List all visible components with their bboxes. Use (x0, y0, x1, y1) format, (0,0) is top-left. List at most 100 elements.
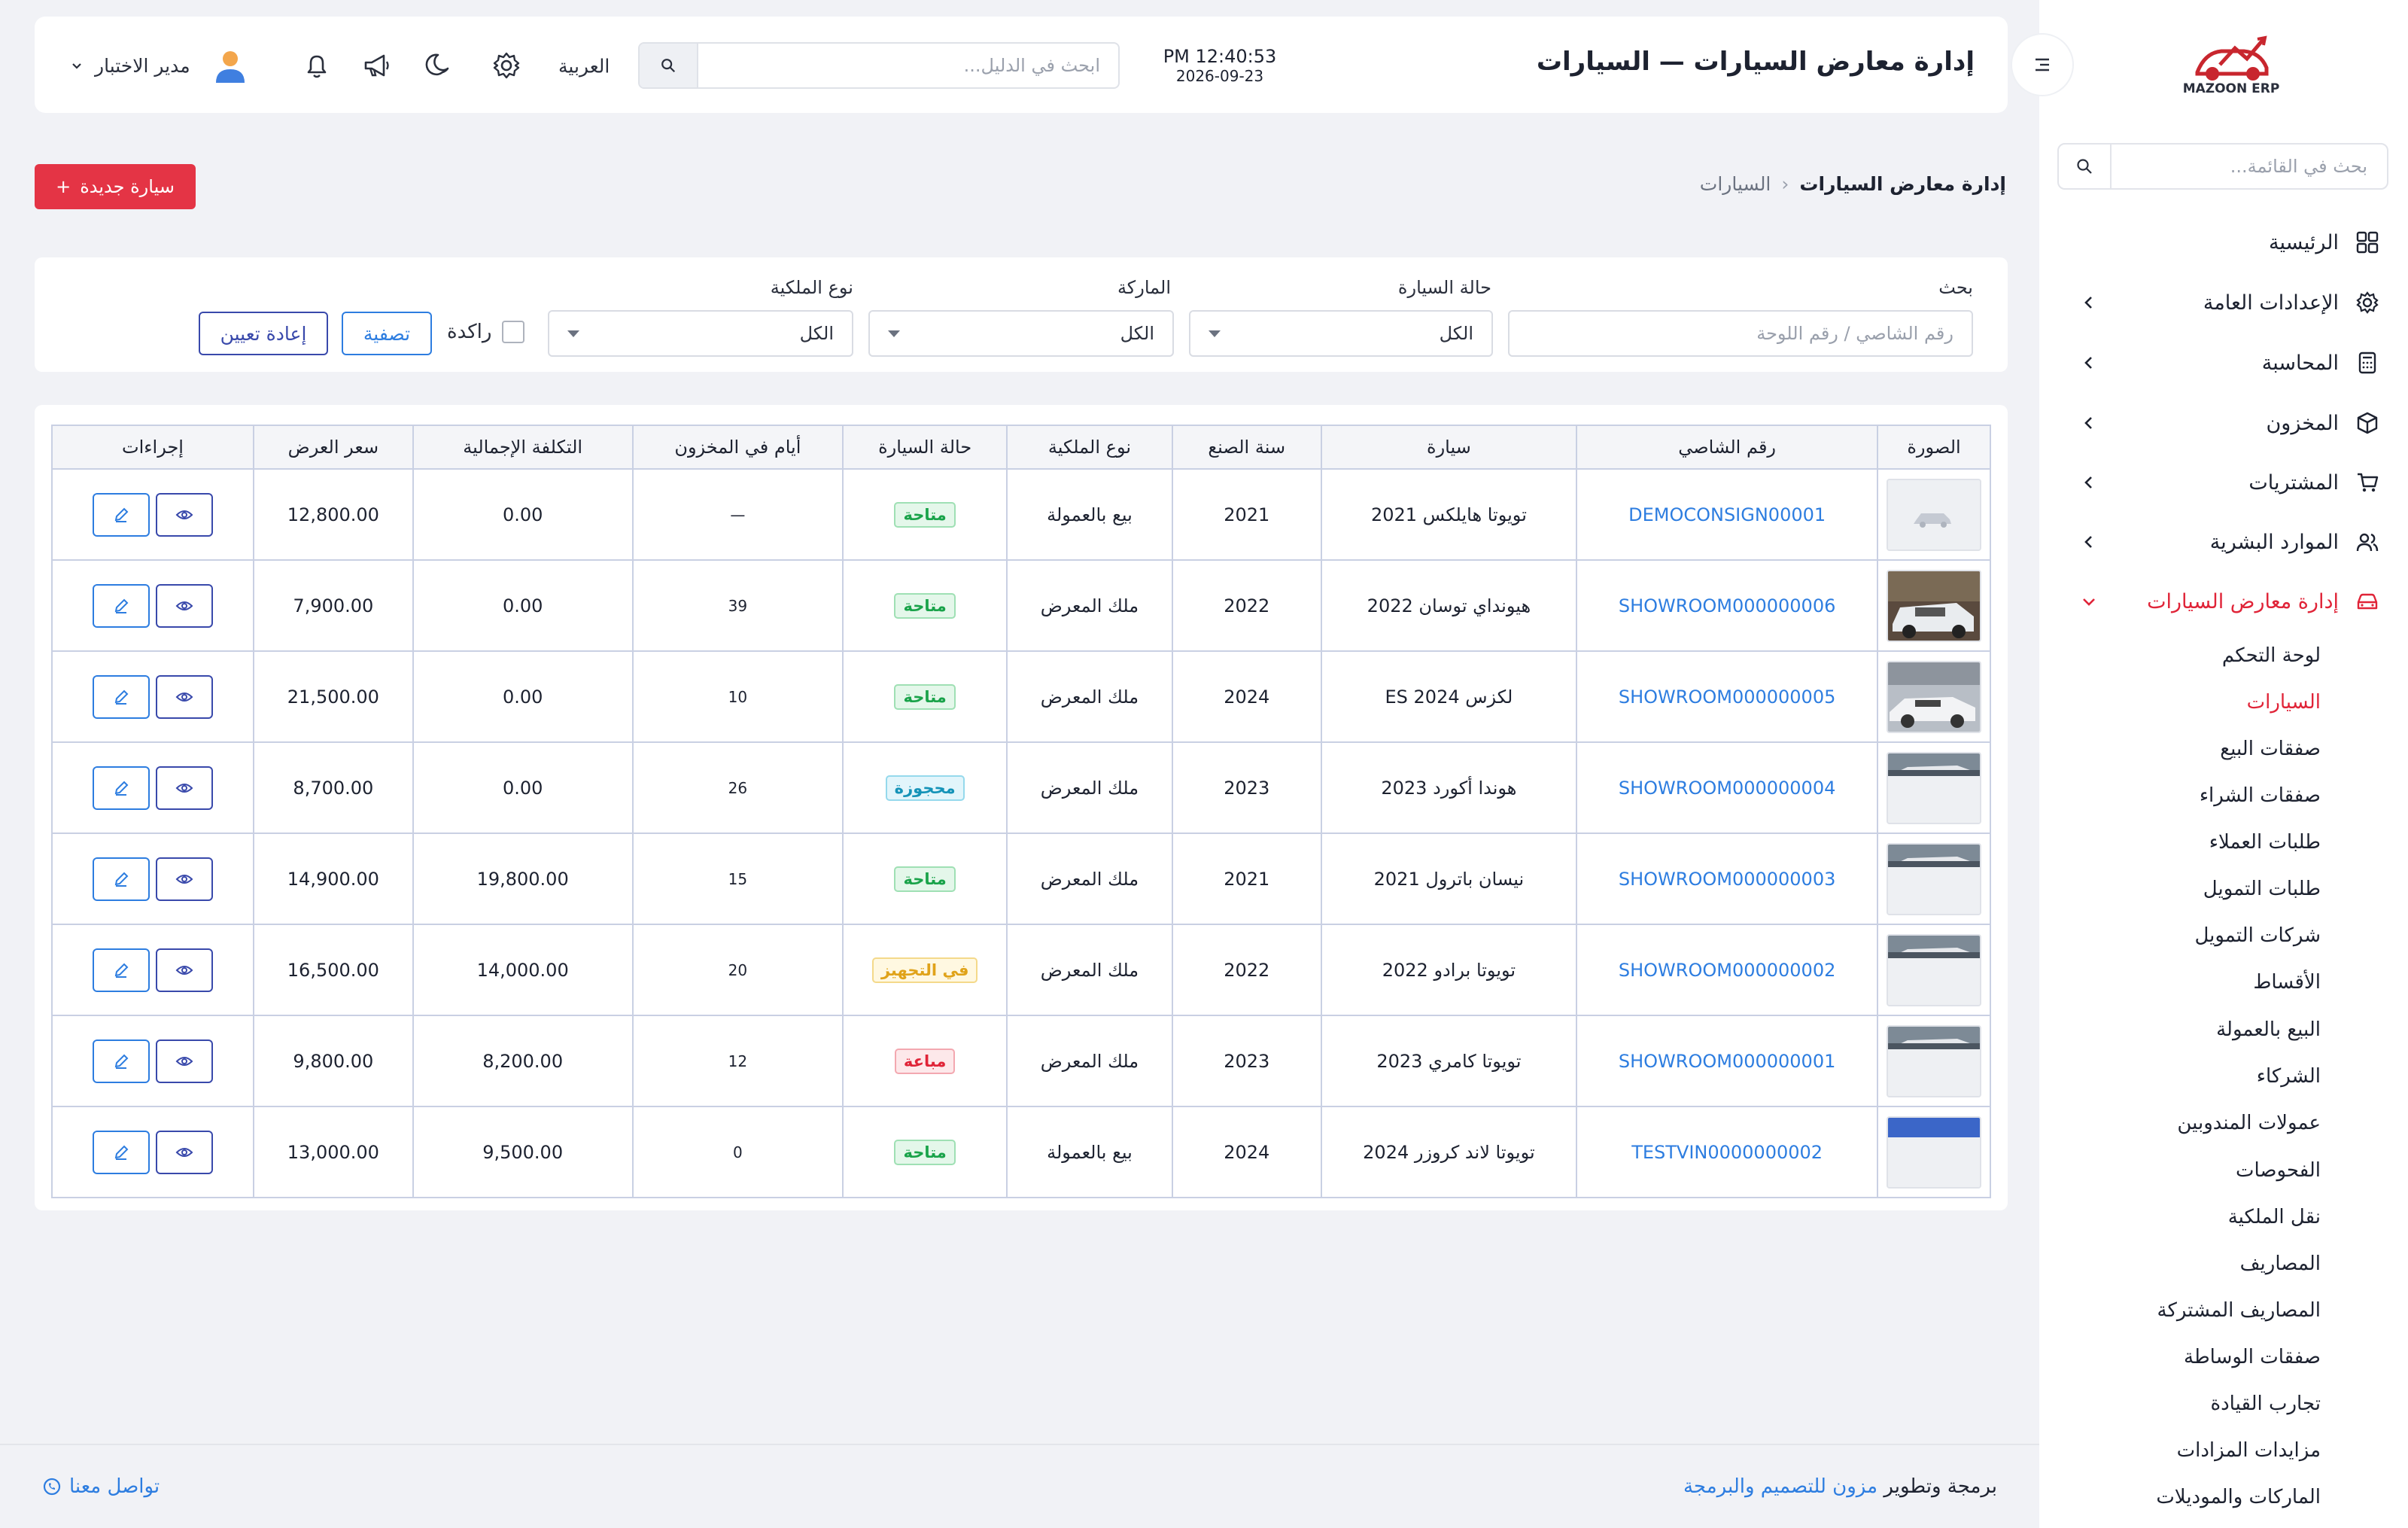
sidebar-item-car-showrooms[interactable]: إدارة معارض السيارات (2039, 579, 2408, 624)
chassis-link[interactable]: SHOWROOM000000003 (1576, 832, 1879, 925)
sidebar-sub-purchase-deals[interactable]: صفقات الشراء (2039, 777, 2408, 814)
contact-link[interactable]: تواصل معنا (42, 1475, 160, 1498)
gear-icon[interactable] (491, 50, 522, 81)
sidebar-sub-finance-companies[interactable]: شركات التمويل (2039, 917, 2408, 954)
car-thumbnail[interactable] (1887, 751, 1982, 824)
chevron-down-icon (2083, 598, 2095, 606)
chassis-link[interactable]: DEMOCONSIGN00001 (1576, 468, 1879, 561)
search-button[interactable] (640, 44, 698, 87)
page-title: إدارة معارض السيارات — السيارات (1536, 47, 1975, 77)
header-search[interactable]: ابحث في الدليل... (638, 42, 1120, 89)
status-cell: في التجهيز (842, 924, 1008, 1016)
sidebar-sub-ownership-transfer[interactable]: نقل الملكية (2039, 1198, 2408, 1236)
filter-button[interactable]: تصفية (342, 312, 432, 355)
sidebar-sub-shared-expenses[interactable]: المصاريف المشتركة (2039, 1292, 2408, 1329)
view-button[interactable] (155, 1130, 213, 1174)
sidebar-sub-brands-models[interactable]: الماركات والموديلات (2039, 1478, 2408, 1516)
sidebar-search-input[interactable]: بحث في القائمة... (2112, 156, 2387, 177)
users-icon (2354, 528, 2381, 555)
car-thumbnail[interactable] (1887, 1116, 1982, 1189)
moon-icon[interactable] (421, 50, 453, 81)
view-button[interactable] (155, 583, 213, 628)
sidebar-sub-brokerage-deals[interactable]: صفقات الوساطة (2039, 1338, 2408, 1376)
sidebar-item-hr[interactable]: الموارد البشرية (2039, 519, 2408, 565)
edit-button[interactable] (92, 948, 150, 992)
new-car-button[interactable]: سيارة جديدة + (35, 164, 196, 209)
sidebar-sub-dashboard[interactable]: لوحة التحكم (2039, 637, 2408, 674)
status-badge: في التجهيز (871, 957, 978, 983)
view-button[interactable] (155, 674, 213, 719)
car-thumbnail[interactable] (1887, 660, 1982, 733)
actions-cell (51, 1015, 254, 1107)
view-button[interactable] (155, 857, 213, 901)
language-switch[interactable]: العربية (558, 56, 610, 78)
chassis-search-input[interactable]: رقم الشاصي / رقم اللوحة (1508, 310, 1973, 357)
reset-button[interactable]: إعادة تعيين (199, 312, 328, 355)
edit-button[interactable] (92, 1039, 150, 1083)
car-thumbnail[interactable] (1887, 1024, 1982, 1097)
car-thumbnail[interactable] (1887, 478, 1982, 551)
edit-button[interactable] (92, 492, 150, 537)
sidebar-item-general-settings[interactable]: الإعدادات العامة (2039, 280, 2408, 325)
sidebar-sub-rep-commissions[interactable]: عمولات المندوبين (2039, 1104, 2408, 1142)
bell-icon[interactable] (301, 50, 333, 81)
sidebar-item-purchases[interactable]: المشتريات (2039, 460, 2408, 505)
chassis-link[interactable]: SHOWROOM000000001 (1576, 1015, 1879, 1107)
table-row: SHOWROOM000000004 هوندا أكورد 2023 2023 ملك… (51, 741, 1991, 834)
footer-brand-link[interactable]: مزون للتصميم والبرمجة (1683, 1475, 1877, 1498)
filters-card: بحث رقم الشاصي / رقم اللوحة حالة السيارة… (35, 257, 2008, 372)
edit-button[interactable] (92, 766, 150, 810)
brand-select[interactable]: الكل (868, 310, 1174, 357)
cars-table: الصورة رقم الشاصي سيارة سنة الصنع نوع ال… (51, 425, 1991, 1198)
sidebar-search[interactable]: بحث في القائمة... (2057, 143, 2388, 190)
sidebar-item-inventory[interactable]: المخزون (2039, 400, 2408, 446)
menu-icon (2036, 58, 2049, 72)
megaphone-icon[interactable] (361, 50, 393, 81)
sidebar-sub-finance-requests[interactable]: طلبات التمويل (2039, 870, 2408, 908)
sidebar-sub-expenses[interactable]: المصاريف (2039, 1245, 2408, 1283)
car-thumbnail[interactable] (1887, 842, 1982, 915)
grid-icon (2354, 229, 2381, 256)
edit-button[interactable] (92, 857, 150, 901)
car-thumbnail[interactable] (1887, 933, 1982, 1006)
car-year: 2023 (1171, 741, 1322, 834)
ownership-select[interactable]: الكل (548, 310, 853, 357)
sidebar-item-accounting[interactable]: المحاسبة (2039, 340, 2408, 385)
chassis-link[interactable]: SHOWROOM000000006 (1576, 559, 1879, 652)
sidebar-item-home[interactable]: الرئيسية (2039, 220, 2408, 265)
header-search-input[interactable]: ابحث في الدليل... (698, 44, 1118, 87)
search-filter-label: بحث (1938, 277, 1973, 298)
chassis-link[interactable]: TESTVIN0000000002 (1576, 1106, 1879, 1198)
sidebar-sub-auction-bids[interactable]: مزايدات المزادات (2039, 1432, 2408, 1469)
chassis-link[interactable]: SHOWROOM000000002 (1576, 924, 1879, 1016)
sidebar-toggle-button[interactable] (2011, 33, 2074, 96)
user-menu[interactable]: مدير الاختبار (69, 47, 249, 84)
view-button[interactable] (155, 1039, 213, 1083)
edit-button[interactable] (92, 674, 150, 719)
chassis-link[interactable]: SHOWROOM000000004 (1576, 741, 1879, 834)
sidebar-sub-inspections[interactable]: الفحوصات (2039, 1152, 2408, 1189)
caret-down-icon (888, 330, 900, 337)
view-button[interactable] (155, 766, 213, 810)
sidebar-sub-sales-deals[interactable]: صفقات البيع (2039, 730, 2408, 768)
sidebar-item-label: الموارد البشرية (2209, 530, 2339, 554)
edit-button[interactable] (92, 1130, 150, 1174)
brand-filter-label: الماركة (1117, 277, 1171, 298)
sidebar-sub-partners[interactable]: الشركاء (2039, 1058, 2408, 1095)
car-thumbnail[interactable] (1887, 569, 1982, 642)
chassis-link[interactable]: SHOWROOM000000005 (1576, 650, 1879, 743)
status-select[interactable]: الكل (1189, 310, 1493, 357)
breadcrumb-root[interactable]: إدارة معارض السيارات (1799, 173, 2006, 195)
sidebar-sub-consignment[interactable]: البيع بالعمولة (2039, 1011, 2408, 1049)
edit-button[interactable] (92, 583, 150, 628)
sidebar-sub-customer-requests[interactable]: طلبات العملاء (2039, 823, 2408, 861)
stale-checkbox[interactable]: راكدة (447, 321, 525, 343)
sidebar-sub-cars[interactable]: السيارات (2039, 683, 2408, 721)
car-thumbnail-cell (1877, 468, 1991, 561)
view-button[interactable] (155, 492, 213, 537)
table-header-row: الصورة رقم الشاصي سيارة سنة الصنع نوع ال… (51, 425, 1991, 470)
stale-checkbox-box[interactable] (502, 321, 525, 343)
view-button[interactable] (155, 948, 213, 992)
sidebar-sub-installments[interactable]: الأقساط (2039, 963, 2408, 1001)
sidebar-sub-test-drives[interactable]: تجارب القيادة (2039, 1385, 2408, 1423)
